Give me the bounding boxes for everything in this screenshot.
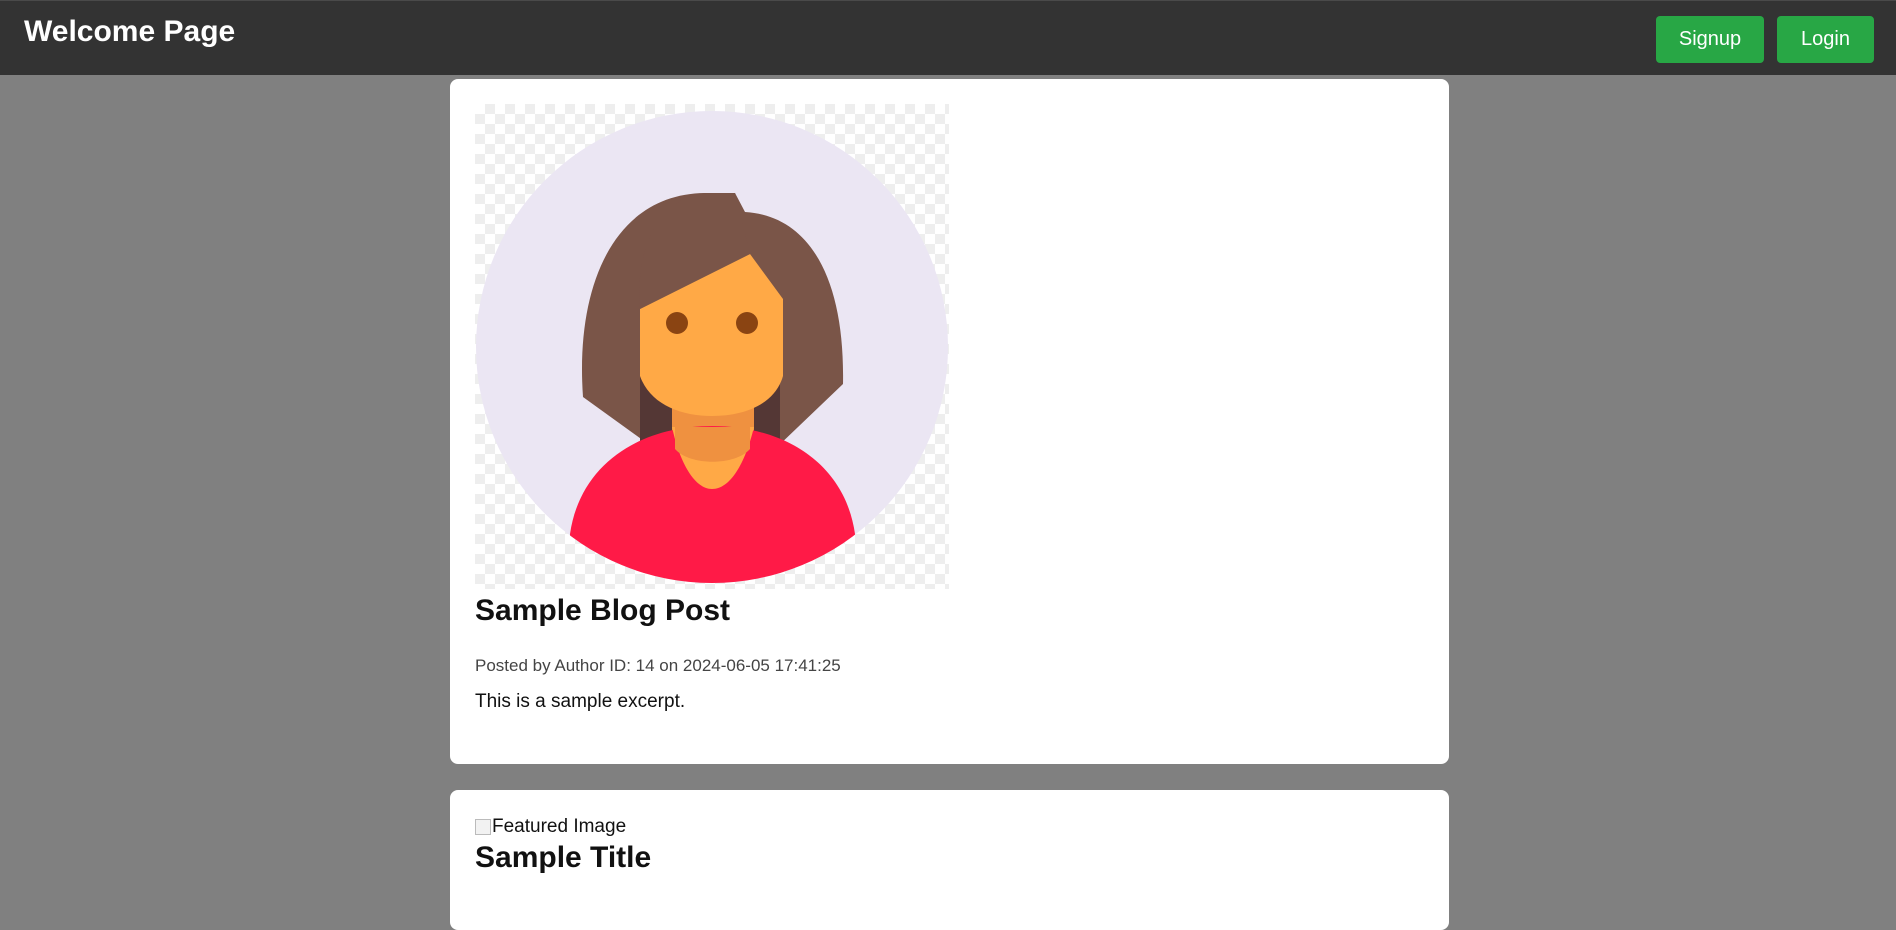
broken-image-icon	[475, 819, 491, 835]
woman-avatar-icon	[476, 111, 948, 583]
featured-image-alt: Featured Image	[492, 816, 627, 837]
blog-post-card: Featured Image Sample Title	[450, 790, 1449, 930]
featured-image	[475, 104, 949, 589]
post-title[interactable]: Sample Title	[475, 840, 651, 876]
featured-image-broken: Featured Image	[475, 816, 626, 838]
site-title: Welcome Page	[24, 15, 236, 48]
post-title[interactable]: Sample Blog Post	[475, 593, 730, 629]
blog-post-card: Sample Blog Post Posted by Author ID: 14…	[450, 79, 1449, 764]
login-button[interactable]: Login	[1777, 16, 1874, 63]
post-excerpt: This is a sample excerpt.	[475, 691, 686, 712]
top-navbar: Welcome Page Signup Login	[0, 0, 1896, 75]
signup-button[interactable]: Signup	[1656, 16, 1764, 63]
post-meta: Posted by Author ID: 14 on 2024-06-05 17…	[475, 656, 841, 675]
